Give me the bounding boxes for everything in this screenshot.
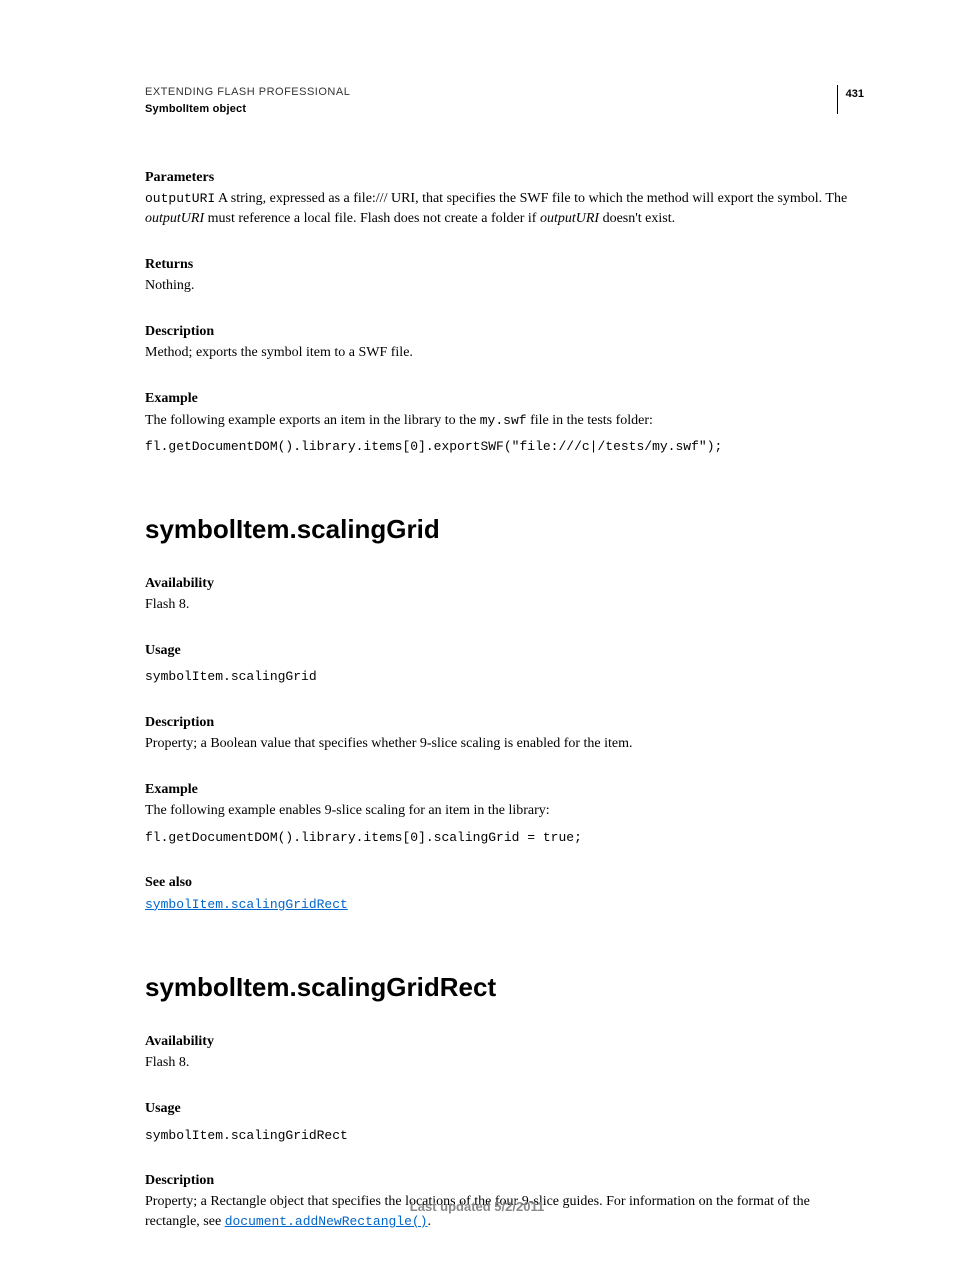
- param-desc-2: must reference a local file. Flash does …: [204, 211, 540, 226]
- description-heading-3: Description: [145, 1171, 864, 1191]
- param-desc-1: A string, expressed as a file:/// URI, t…: [215, 191, 847, 206]
- description-text-2: Property; a Boolean value that specifies…: [145, 734, 864, 754]
- availability-heading: Availability: [145, 574, 864, 594]
- usage-heading-3: Usage: [145, 1099, 864, 1119]
- description-heading-2: Description: [145, 713, 864, 733]
- doc-title: EXTENDING FLASH PROFESSIONAL: [145, 85, 350, 100]
- availability-text-3: Flash 8.: [145, 1053, 864, 1073]
- parameters-heading: Parameters: [145, 168, 864, 188]
- parameters-text: outputURI A string, expressed as a file:…: [145, 189, 864, 228]
- param-desc-3: doesn't exist.: [599, 211, 675, 226]
- description-text: Method; exports the symbol item to a SWF…: [145, 343, 864, 363]
- code-block-2: fl.getDocumentDOM().library.items[0].sca…: [145, 829, 864, 847]
- page-number: 431: [837, 85, 864, 114]
- example-text-2: file in the tests folder:: [527, 413, 653, 428]
- usage-heading: Usage: [145, 641, 864, 661]
- example-text-1: The following example exports an item in…: [145, 413, 480, 428]
- page: EXTENDING FLASH PROFESSIONAL SymbolItem …: [0, 0, 954, 1262]
- param-italic-2: outputURI: [540, 211, 599, 226]
- heading-scalinggridrect: symbolItem.scalingGridRect: [145, 969, 864, 1005]
- see-also-link[interactable]: symbolItem.scalingGridRect: [145, 897, 348, 912]
- example-text-sg: The following example enables 9-slice sc…: [145, 801, 864, 821]
- page-header: EXTENDING FLASH PROFESSIONAL SymbolItem …: [145, 85, 864, 118]
- usage-code: symbolItem.scalingGrid: [145, 668, 864, 686]
- availability-text: Flash 8.: [145, 595, 864, 615]
- section-scalinggridrect: symbolItem.scalingGridRect Availability …: [145, 969, 864, 1231]
- example-heading-2: Example: [145, 780, 864, 800]
- see-also-links: symbolItem.scalingGridRect: [145, 895, 864, 915]
- doc-section: SymbolItem object: [145, 102, 350, 117]
- example-heading: Example: [145, 389, 864, 409]
- availability-heading-3: Availability: [145, 1032, 864, 1052]
- example-code-inline: my.swf: [480, 413, 527, 428]
- usage-code-3: symbolItem.scalingGridRect: [145, 1127, 864, 1145]
- section-exportswf-continued: Parameters outputURI A string, expressed…: [145, 168, 864, 457]
- heading-scalinggrid: symbolItem.scalingGrid: [145, 511, 864, 547]
- page-footer: Last updated 5/2/2011: [0, 1198, 954, 1216]
- header-left: EXTENDING FLASH PROFESSIONAL SymbolItem …: [145, 85, 350, 118]
- example-text: The following example exports an item in…: [145, 411, 864, 431]
- param-italic-1: outputURI: [145, 211, 204, 226]
- code-block-1: fl.getDocumentDOM().library.items[0].exp…: [145, 438, 864, 456]
- returns-heading: Returns: [145, 255, 864, 275]
- description-heading: Description: [145, 322, 864, 342]
- param-name: outputURI: [145, 191, 215, 206]
- see-also-heading: See also: [145, 873, 864, 893]
- section-scalinggrid: symbolItem.scalingGrid Availability Flas…: [145, 511, 864, 914]
- returns-text: Nothing.: [145, 276, 864, 296]
